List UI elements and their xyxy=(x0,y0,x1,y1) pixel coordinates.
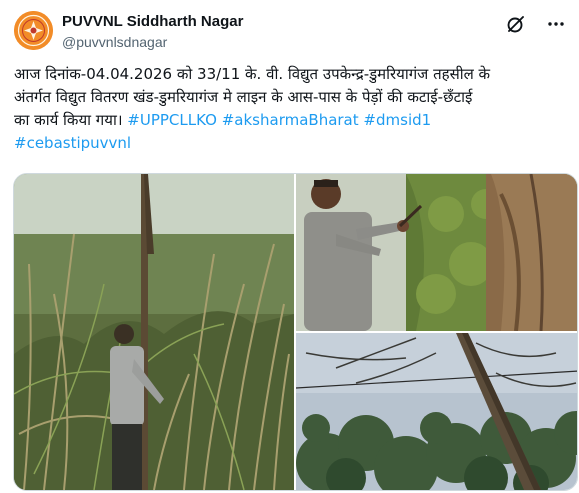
organization-logo-icon xyxy=(14,11,53,50)
tweet-header: PUVVNL Siddharth Nagar @puvvnlsdnagar xyxy=(14,10,567,54)
grok-icon[interactable] xyxy=(505,13,527,35)
hashtag-link[interactable]: #UPPCLLKO xyxy=(127,111,217,129)
more-options-icon[interactable] xyxy=(545,13,567,35)
author-info: PUVVNL Siddharth Nagar @puvvnlsdnagar xyxy=(62,12,243,51)
tweet-text-line: आज दिनांक-04.04.2026 को 33/11 के. वी. वि… xyxy=(14,65,491,83)
user-handle[interactable]: @puvvnlsdnagar xyxy=(62,33,243,51)
tweet-text: आज दिनांक-04.04.2026 को 33/11 के. वी. वि… xyxy=(14,63,574,155)
tweet-text-segment: का कार्य किया गया। xyxy=(14,111,128,129)
media-grid xyxy=(13,173,578,491)
tweet-text-line: अंतर्गत विद्युत वितरण खंड-डुमरियागंज मे … xyxy=(14,88,473,106)
hashtag-link[interactable]: #dmsid1 xyxy=(363,111,431,129)
hashtag-link[interactable]: #cebastipuvvnl xyxy=(14,134,131,152)
photo-tree-near-power-line[interactable] xyxy=(296,333,577,490)
photo-worker-cutting-branch[interactable] xyxy=(296,174,577,331)
tweet-text-line: #cebastipuvvnl xyxy=(14,132,574,155)
photo-worker-in-tall-grass[interactable] xyxy=(14,174,294,490)
display-name[interactable]: PUVVNL Siddharth Nagar xyxy=(62,12,243,31)
tweet-text-line: का कार्य किया गया। #UPPCLLKO #aksharmaBh… xyxy=(14,109,574,132)
header-actions xyxy=(505,13,567,35)
hashtag-link[interactable]: #aksharmaBharat xyxy=(222,111,359,129)
avatar[interactable] xyxy=(14,11,53,50)
